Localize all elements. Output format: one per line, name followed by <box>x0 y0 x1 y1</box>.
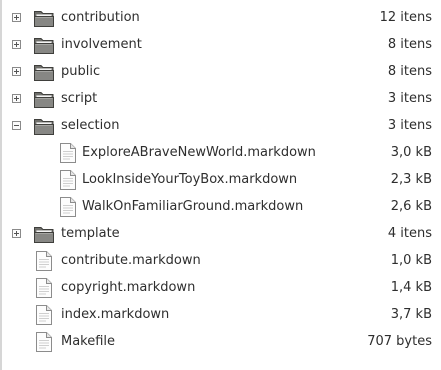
text-file-icon <box>33 250 55 272</box>
text-file-icon <box>57 196 79 218</box>
file-row[interactable]: Makefile 707 bytes <box>0 328 441 355</box>
item-name: contribute.markdown <box>61 253 201 268</box>
expand-toggle-icon[interactable] <box>12 13 21 22</box>
folder-icon <box>33 34 55 56</box>
item-name: Makefile <box>61 334 116 349</box>
text-file-icon <box>33 331 55 353</box>
folder-row[interactable]: involvement 8 itens <box>0 31 441 58</box>
item-name: template <box>61 226 120 241</box>
folder-icon <box>33 7 55 29</box>
item-name: public <box>61 64 101 79</box>
folder-row[interactable]: template 4 itens <box>0 220 441 247</box>
item-size: 12 itens <box>379 10 432 25</box>
item-name: contribution <box>61 10 140 25</box>
item-size: 3,0 kB <box>390 145 432 160</box>
item-name: copyright.markdown <box>61 280 196 295</box>
expand-toggle-icon[interactable] <box>12 94 21 103</box>
item-name: ExploreABraveNewWorld.markdown <box>82 145 316 160</box>
expand-toggle-icon[interactable] <box>12 67 21 76</box>
item-name: script <box>61 91 98 106</box>
item-size: 1,4 kB <box>390 280 432 295</box>
item-size: 3 itens <box>387 91 432 106</box>
item-size: 4 itens <box>387 226 432 241</box>
file-row[interactable]: copyright.markdown 1,4 kB <box>0 274 441 301</box>
expand-toggle-icon[interactable] <box>12 229 21 238</box>
folder-icon <box>33 88 55 110</box>
item-size: 707 bytes <box>367 334 432 349</box>
folder-icon <box>33 115 55 137</box>
folder-row[interactable]: contribution 12 itens <box>0 4 441 31</box>
collapse-toggle-icon[interactable] <box>12 121 21 130</box>
file-row[interactable]: contribute.markdown 1,0 kB <box>0 247 441 274</box>
item-name: index.markdown <box>61 307 170 322</box>
file-row[interactable]: WalkOnFamiliarGround.markdown 2,6 kB <box>0 193 441 220</box>
item-name: LookInsideYourToyBox.markdown <box>82 172 298 187</box>
item-size: 2,3 kB <box>390 172 432 187</box>
item-size: 3 itens <box>387 118 432 133</box>
item-size: 1,0 kB <box>390 253 432 268</box>
text-file-icon <box>33 304 55 326</box>
text-file-icon <box>57 142 79 164</box>
folder-row[interactable]: selection 3 itens <box>0 112 441 139</box>
text-file-icon <box>33 277 55 299</box>
item-size: 8 itens <box>387 64 432 79</box>
folder-row[interactable]: script 3 itens <box>0 85 441 112</box>
file-row[interactable]: ExploreABraveNewWorld.markdown 3,0 kB <box>0 139 441 166</box>
item-size: 3,7 kB <box>390 307 432 322</box>
folder-icon <box>33 61 55 83</box>
item-name: WalkOnFamiliarGround.markdown <box>82 199 304 214</box>
file-row[interactable]: index.markdown 3,7 kB <box>0 301 441 328</box>
item-name: selection <box>61 118 120 133</box>
text-file-icon <box>57 169 79 191</box>
folder-icon <box>33 223 55 245</box>
folder-row[interactable]: public 8 itens <box>0 58 441 85</box>
file-tree: contribution 12 itens involvement 8 itens pu… <box>0 4 441 355</box>
item-size: 2,6 kB <box>390 199 432 214</box>
item-size: 8 itens <box>387 37 432 52</box>
item-name: involvement <box>61 37 142 52</box>
expand-toggle-icon[interactable] <box>12 40 21 49</box>
file-row[interactable]: LookInsideYourToyBox.markdown 2,3 kB <box>0 166 441 193</box>
